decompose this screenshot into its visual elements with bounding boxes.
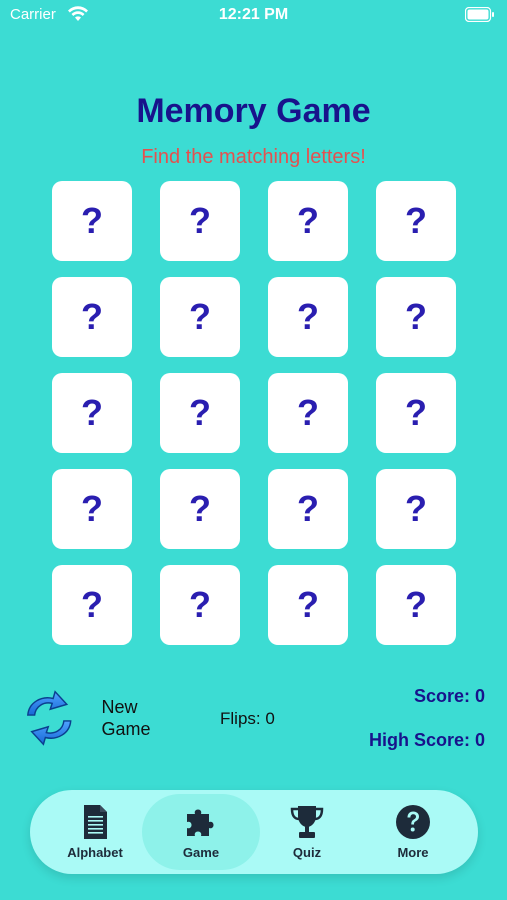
memory-card[interactable]: ? (52, 373, 132, 453)
card-grid: ? ? ? ? ? ? ? ? ? ? ? ? ? ? ? ? ? ? ? ? (52, 181, 456, 645)
memory-card[interactable]: ? (52, 181, 132, 261)
page-title: Memory Game (136, 92, 371, 130)
memory-card[interactable]: ? (268, 565, 348, 645)
memory-card[interactable]: ? (268, 181, 348, 261)
question-circle-icon (396, 805, 430, 839)
new-game-label: New Game (101, 697, 151, 739)
tab-label: Alphabet (67, 845, 123, 860)
memory-card[interactable]: ? (376, 277, 456, 357)
status-bar: Carrier 12:21 PM (0, 0, 507, 32)
memory-card[interactable]: ? (52, 565, 132, 645)
memory-card[interactable]: ? (160, 181, 240, 261)
memory-card[interactable]: ? (268, 469, 348, 549)
tab-label: Game (182, 845, 220, 860)
tab-label: Quiz (292, 845, 322, 860)
score-label: Score: 0 (413, 686, 485, 706)
trophy-icon (290, 806, 324, 838)
memory-card[interactable]: ? (52, 469, 132, 549)
tab-label: More (397, 845, 429, 860)
tab-bar: Alphabet Game Quiz More (30, 790, 478, 874)
status-time: 12:21 PM (218, 6, 289, 23)
memory-card[interactable]: ? (376, 181, 456, 261)
document-icon (84, 805, 107, 839)
battery-icon (465, 7, 494, 22)
refresh-icon (27, 690, 72, 746)
high-score-label: High Score: 0 (368, 730, 485, 750)
memory-card[interactable]: ? (160, 277, 240, 357)
puzzle-icon (187, 809, 214, 836)
tab-more[interactable]: More (354, 794, 472, 870)
memory-card[interactable]: ? (268, 277, 348, 357)
memory-card[interactable]: ? (160, 373, 240, 453)
tab-quiz[interactable]: Quiz (248, 794, 366, 870)
page-subtitle: Find the matching letters! (141, 146, 366, 168)
memory-card[interactable]: ? (160, 469, 240, 549)
memory-card[interactable]: ? (376, 373, 456, 453)
flips-counter: Flips: 0 (220, 709, 275, 728)
tab-alphabet[interactable]: Alphabet (36, 794, 154, 870)
memory-card[interactable]: ? (268, 373, 348, 453)
tab-game[interactable]: Game (142, 794, 260, 870)
memory-card[interactable]: ? (376, 565, 456, 645)
new-game-button[interactable]: New Game (20, 688, 160, 748)
memory-card[interactable]: ? (52, 277, 132, 357)
memory-card[interactable]: ? (376, 469, 456, 549)
memory-card[interactable]: ? (160, 565, 240, 645)
